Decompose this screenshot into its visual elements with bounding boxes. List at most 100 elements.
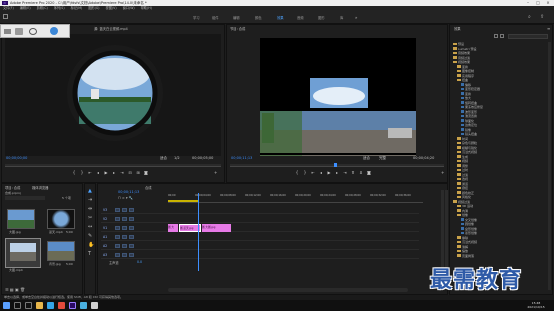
project-clip-thumbnail[interactable] — [47, 209, 75, 229]
workspace-graphics[interactable]: 图形 — [318, 15, 325, 20]
hand-tool-icon[interactable]: ✋ — [88, 242, 94, 248]
type-tool-icon[interactable]: T — [88, 251, 91, 257]
source-monitor-tab[interactable]: 源: 蓝天白云视频.mp4 — [94, 26, 128, 31]
track-lock-icon[interactable] — [115, 217, 120, 221]
timeline-timecode[interactable]: 00;00;11;13 — [118, 190, 139, 194]
source-scrubber[interactable] — [5, 164, 221, 167]
timeline-clip[interactable]: 图 大图.jpg — [168, 224, 178, 232]
track-mute-icon[interactable] — [115, 253, 120, 257]
source-fit-dropdown[interactable]: 适合 — [160, 156, 167, 161]
drive-icon[interactable] — [15, 28, 23, 35]
menu-graphics[interactable]: 图形(G) — [88, 6, 99, 10]
project-clip-thumbnail[interactable] — [7, 209, 35, 229]
search-icon[interactable] — [14, 302, 21, 309]
menu-sequence[interactable]: 序列(S) — [54, 6, 65, 10]
program-monitor-tab[interactable]: 节目: 合成 — [230, 26, 245, 31]
menu-view[interactable]: 视图(V) — [106, 6, 117, 10]
export-frame-icon[interactable]: ◙ — [365, 170, 373, 175]
program-add-button[interactable]: + — [441, 170, 444, 175]
effects-search-input[interactable] — [508, 34, 548, 39]
track-mute-icon[interactable] — [115, 244, 120, 248]
project-search-input[interactable] — [5, 196, 45, 200]
help-icon[interactable] — [50, 27, 58, 35]
track-sync-icon[interactable] — [122, 208, 127, 212]
mark-out-icon[interactable]: } — [78, 170, 86, 175]
file-explorer-icon[interactable] — [36, 302, 43, 309]
search-icon[interactable]: ⌕ — [528, 14, 531, 20]
source-timecode[interactable]: 00;00;00;00 — [6, 156, 27, 160]
pen-tool-icon[interactable]: ✎ — [88, 233, 92, 239]
menu-window[interactable]: 窗口(W) — [123, 6, 135, 10]
lift-icon[interactable]: ⊼ — [349, 170, 357, 175]
start-icon[interactable] — [3, 302, 10, 309]
project-clip-thumbnail-selected[interactable] — [5, 238, 41, 268]
workspace-color[interactable]: 颜色 — [255, 15, 262, 20]
task-view-icon[interactable] — [25, 302, 32, 309]
track-voiceover-icon[interactable] — [129, 253, 134, 257]
selection-tool-icon[interactable]: ▲ — [88, 188, 92, 194]
slip-tool-icon[interactable]: ↔ — [88, 224, 92, 230]
track-lock-icon[interactable] — [115, 226, 120, 230]
panel-menu-icon[interactable]: ≡ — [547, 26, 550, 31]
workspace-effects[interactable]: 效果 — [277, 15, 284, 20]
edge-icon[interactable] — [47, 302, 54, 309]
menu-edit[interactable]: 编辑(E) — [20, 6, 31, 10]
track-eye-icon[interactable] — [129, 217, 134, 221]
overwrite-icon[interactable]: ⊞ — [134, 170, 142, 175]
mark-in-icon[interactable]: { — [293, 170, 301, 175]
printer-icon[interactable] — [4, 29, 11, 34]
add-marker-icon[interactable]: ▾ — [126, 196, 128, 200]
timeline-playhead[interactable] — [198, 193, 199, 271]
track-solo-icon[interactable] — [122, 235, 127, 239]
program-scale-dropdown[interactable]: 完整 — [379, 156, 386, 161]
project-clip-thumbnail[interactable] — [47, 241, 75, 261]
home-icon[interactable] — [3, 14, 8, 19]
accelerated-filter-icon[interactable] — [494, 34, 498, 38]
icon-view-icon[interactable]: ▦ — [10, 287, 14, 292]
settings-icon[interactable]: 🔧 — [129, 196, 133, 200]
mark-in-icon[interactable]: { — [70, 170, 78, 175]
program-timecode[interactable]: 00;00;11;13 — [231, 156, 252, 160]
go-to-out-icon[interactable]: ⇥ — [341, 170, 349, 175]
browser-icon[interactable] — [58, 302, 65, 309]
app-icon[interactable] — [80, 302, 87, 309]
export-frame-icon[interactable]: ◙ — [142, 170, 150, 175]
program-fit-dropdown[interactable]: 适合 — [363, 156, 370, 161]
zoom-icon[interactable] — [29, 28, 37, 35]
menu-help[interactable]: 帮助(H) — [141, 6, 152, 10]
more-workspaces-icon[interactable]: » — [355, 15, 357, 20]
mark-out-icon[interactable]: } — [301, 170, 309, 175]
go-to-in-icon[interactable]: ⇤ — [86, 170, 94, 175]
new-item-icon[interactable]: ▣ — [15, 287, 19, 292]
menu-markers[interactable]: 标记(M) — [71, 6, 83, 10]
effects-tab[interactable]: 效果 — [454, 26, 461, 31]
go-to-out-icon[interactable]: ⇥ — [118, 170, 126, 175]
menu-file[interactable]: 文件(F) — [3, 6, 14, 10]
track-voiceover-icon[interactable] — [129, 244, 134, 248]
step-forward-icon[interactable]: ▸ — [333, 170, 341, 175]
program-playhead[interactable] — [334, 163, 337, 167]
quick-export-icon[interactable]: ⇪ — [540, 14, 544, 20]
go-to-in-icon[interactable]: ⇤ — [309, 170, 317, 175]
program-scrubber[interactable] — [230, 163, 444, 167]
play-icon[interactable]: ▶ — [325, 170, 333, 175]
step-back-icon[interactable]: ◂ — [94, 170, 102, 175]
ripple-edit-tool-icon[interactable]: ⇹ — [88, 206, 92, 212]
workspace-audio[interactable]: 音频 — [297, 15, 304, 20]
app-icon[interactable] — [91, 302, 98, 309]
track-lock-icon[interactable] — [115, 208, 120, 212]
track-solo-icon[interactable] — [122, 244, 127, 248]
snap-icon[interactable]: ⊓ — [118, 196, 121, 200]
razor-tool-icon[interactable]: ✂ — [88, 215, 92, 221]
timeline-tab[interactable]: 合成 — [145, 185, 152, 190]
workspace-learning[interactable]: 学习 — [193, 15, 200, 20]
workspace-assembly[interactable]: 组件 — [212, 15, 219, 20]
track-voiceover-icon[interactable] — [129, 235, 134, 239]
track-eye-icon[interactable] — [129, 208, 134, 212]
effects-scrollbar[interactable] — [548, 42, 551, 290]
workspace-libraries[interactable]: 库 — [340, 15, 343, 20]
source-scale-dropdown[interactable]: 1/2 — [174, 156, 180, 160]
insert-icon[interactable]: ⊟ — [126, 170, 134, 175]
list-view-icon[interactable]: ☰ — [5, 287, 9, 292]
track-solo-icon[interactable] — [122, 253, 127, 257]
